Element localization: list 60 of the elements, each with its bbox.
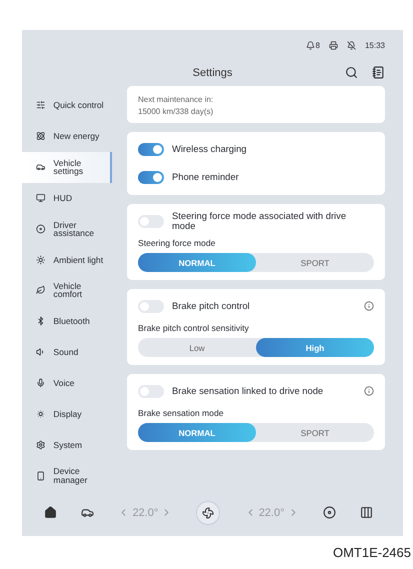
fan-button[interactable] — [196, 500, 220, 524]
phone-icon — [36, 470, 46, 481]
columns-icon[interactable] — [360, 506, 373, 519]
printer-icon — [328, 40, 338, 50]
toggle-switch[interactable] — [138, 300, 164, 312]
bluetooth-icon — [36, 316, 46, 326]
bell-off-icon — [346, 40, 356, 50]
notes-icon[interactable] — [372, 66, 385, 79]
microphone-icon — [36, 378, 46, 388]
car-icon — [36, 162, 46, 172]
toggle-label: Wireless charging — [172, 144, 248, 154]
sidebar-item[interactable]: Driver assistance — [22, 213, 112, 244]
mode-label: Steering force mode — [138, 238, 216, 248]
toggle-switch[interactable] — [138, 384, 164, 398]
fan-icon — [202, 506, 214, 518]
sun-icon — [36, 254, 46, 265]
mode-label: Brake pitch control sensitivity — [138, 323, 250, 333]
sidebar-item[interactable]: Device manager — [22, 460, 112, 491]
disc-icon[interactable] — [322, 506, 336, 519]
sidebar-item[interactable]: Quick control — [22, 90, 112, 121]
sidebar-item[interactable]: Vehicle comfort — [22, 275, 112, 306]
notification-count: 8 — [316, 40, 320, 50]
toggle-label: Phone reminder — [172, 172, 240, 182]
search-icon[interactable] — [345, 66, 358, 79]
sidebar-item[interactable]: Voice — [22, 368, 112, 398]
sliders-icon — [36, 100, 46, 110]
atom-icon — [36, 131, 46, 142]
clock-time: 15:33 — [364, 40, 385, 50]
mode-option[interactable]: SPORT — [256, 253, 374, 272]
maintenance-text: Next maintenance in: — [138, 95, 214, 104]
mode-option[interactable]: SPORT — [256, 423, 374, 442]
leaf-icon — [36, 285, 46, 296]
mode-label: Brake sensation mode — [138, 408, 225, 418]
sidebar-item[interactable]: Vehicle settings — [22, 152, 112, 183]
toggle-label: Brake pitch control — [172, 301, 251, 311]
sidebar-item[interactable]: Sound — [22, 336, 112, 368]
temperature-value: 22.0° — [258, 506, 284, 518]
figure-code: OMT1E-2465 — [332, 545, 411, 560]
bell-icon — [306, 40, 315, 50]
toggle-switch[interactable] — [138, 170, 164, 184]
sidebar-item[interactable]: New energy — [22, 120, 112, 152]
toggle-label: Brake sensation linked to drive node — [172, 386, 324, 396]
page-title: Settings — [192, 67, 232, 79]
sidebar-item[interactable]: Display — [22, 398, 112, 430]
monitor-icon — [36, 192, 46, 203]
sidebar-item[interactable]: Bluetooth — [22, 306, 112, 337]
speaker-icon — [36, 347, 46, 358]
info-icon[interactable] — [364, 301, 374, 311]
mode-option[interactable]: Low — [138, 338, 256, 357]
toggle-label: Steering force mode associated with drive mode — [172, 211, 348, 231]
sidebar-item[interactable]: HUD — [22, 182, 112, 214]
sidebar-item[interactable]: Ambient light — [22, 244, 112, 276]
sidebar-item[interactable]: System — [22, 429, 112, 460]
house-icon[interactable] — [44, 506, 57, 519]
maintenance-text: 15000 km/338 day(s) — [138, 107, 214, 116]
info-icon[interactable] — [364, 386, 374, 396]
temperature-value: 22.0° — [132, 506, 158, 518]
toggle-switch[interactable] — [138, 214, 164, 228]
toggle-switch[interactable] — [138, 142, 164, 156]
settings-icon — [36, 440, 46, 450]
